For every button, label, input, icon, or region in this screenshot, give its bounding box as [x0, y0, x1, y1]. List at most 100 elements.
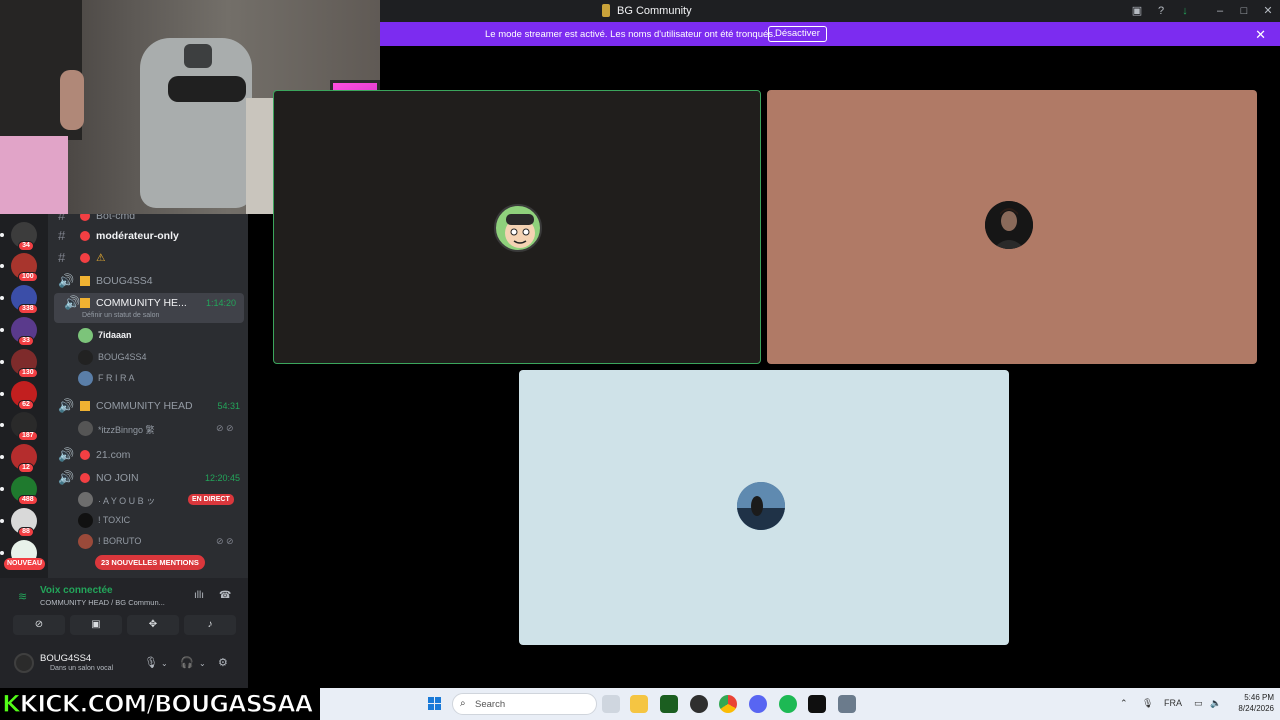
channel-name: BOUG4SS4	[96, 275, 153, 287]
app-icon[interactable]	[660, 695, 678, 713]
cartoon-avatar-icon	[505, 214, 535, 248]
channel-warning[interactable]: # ⚠	[48, 248, 248, 268]
voice-location[interactable]: COMMUNITY HEAD / BG Commun...	[40, 598, 165, 607]
minimize-icon[interactable]: –	[1214, 5, 1226, 17]
network-icon[interactable]: ▭	[1194, 698, 1203, 709]
voice-channel-boug4ss4[interactable]: 🔊 BOUG4SS4	[48, 271, 248, 291]
avatar	[78, 421, 93, 436]
camera-off-button[interactable]: ⊘	[13, 615, 65, 635]
voice-member[interactable]: BOUG4SS4	[78, 348, 248, 368]
channel-name: COMMUNITY HEAD	[96, 400, 193, 412]
activities-button[interactable]: ✥	[127, 615, 179, 635]
avatar	[78, 492, 93, 507]
warning-icon	[80, 401, 90, 411]
disable-streamer-mode-button[interactable]: Désactiver	[768, 26, 827, 42]
kick-app-icon[interactable]	[808, 695, 826, 713]
window-close-icon[interactable]: ✕	[1262, 5, 1274, 17]
disconnect-icon[interactable]: ☎	[219, 590, 231, 601]
channel-name: NO JOIN	[96, 472, 139, 484]
obs-icon[interactable]	[690, 695, 708, 713]
video-tile[interactable]	[767, 90, 1257, 364]
streamer-arm	[60, 70, 84, 130]
server-icon	[602, 4, 610, 17]
voice-channel-no-join[interactable]: 🔊 NO JOIN 12:20:45	[48, 468, 248, 488]
new-badge[interactable]: NOUVEAU	[4, 558, 46, 570]
download-icon[interactable]: ↓	[1179, 5, 1191, 17]
unread-pip	[0, 392, 4, 396]
mention-badge: 33	[18, 336, 34, 346]
avatar	[78, 371, 93, 386]
windows-start-icon[interactable]	[428, 697, 442, 711]
avatar	[78, 513, 93, 528]
close-icon[interactable]: ✕	[1255, 27, 1266, 43]
unread-pip	[0, 233, 4, 237]
share-screen-button[interactable]: ▣	[70, 615, 122, 635]
streamer-mode-banner: Le mode streamer est activé. Les noms d'…	[380, 22, 1280, 46]
gear-icon[interactable]: ⚙	[218, 656, 228, 669]
task-view-icon[interactable]	[602, 695, 620, 713]
member-name: ! TOXIC	[98, 515, 131, 525]
streamer-pants	[0, 136, 68, 214]
channel-status-hint[interactable]: Définir un statut de salon	[82, 312, 159, 319]
microphone-icon[interactable]: 🎙	[1142, 698, 1153, 709]
muted-icon: ⊘ ⊘	[216, 536, 234, 546]
channel-timer: 1:14:20	[205, 298, 236, 308]
channel-name: COMMUNITY HE...	[96, 297, 187, 309]
voice-channel-21-com[interactable]: 🔊 21.com	[48, 445, 248, 465]
taskbar-clock[interactable]: 5:46 PM 8/24/2026	[1226, 692, 1274, 714]
maximize-icon[interactable]: □	[1238, 5, 1250, 17]
voice-member[interactable]: ! BORUTO ⊘ ⊘	[78, 532, 248, 552]
member-name: 7idaaan	[98, 330, 132, 340]
clock-time: 5:46 PM	[1244, 693, 1274, 702]
live-badge: EN DIRECT	[188, 494, 234, 505]
noise-suppression-icon[interactable]: ıllı	[194, 590, 204, 601]
kick-url: KICK.COM/BOUGASSAA	[19, 689, 314, 718]
voice-channel-community-head[interactable]: 🔊 COMMUNITY HEAD 54:31	[48, 396, 248, 416]
inbox-icon[interactable]: ▣	[1131, 5, 1143, 17]
voice-channel-community-head-active[interactable]: 🔊 COMMUNITY HE... 1:14:20 Définir un sta…	[54, 293, 244, 323]
no-entry-icon	[80, 450, 90, 460]
chevron-up-icon[interactable]: ⌃	[1120, 698, 1128, 709]
soundboard-button[interactable]: ♪	[184, 615, 236, 635]
chrome-icon[interactable]	[719, 695, 737, 713]
help-icon[interactable]: ?	[1155, 5, 1167, 17]
taskbar-search[interactable]: ⌕ Search	[452, 693, 597, 715]
calculator-icon[interactable]	[838, 695, 856, 713]
channel-moderateur-only[interactable]: # modérateur-only	[48, 226, 248, 246]
voice-member[interactable]: *itzzBinngo 繁 ⊘ ⊘	[78, 419, 248, 439]
file-explorer-icon[interactable]	[630, 695, 648, 713]
spotify-icon[interactable]	[779, 695, 797, 713]
hash-icon: #	[58, 250, 66, 265]
unread-pip	[0, 328, 4, 332]
voice-member[interactable]: · A Y O U B ッ EN DIRECT	[78, 490, 248, 510]
muted-icon: ⊘ ⊘	[216, 423, 234, 433]
language-indicator[interactable]: FRA	[1164, 698, 1182, 708]
chevron-down-icon[interactable]: ⌄	[161, 659, 168, 668]
no-entry-icon	[80, 473, 90, 483]
mention-badge: 488	[18, 495, 38, 505]
signal-icon[interactable]: ≋	[18, 590, 27, 603]
new-mentions-pill[interactable]: 23 NOUVELLES MENTIONS	[95, 555, 205, 570]
channel-bot-cmd[interactable]: # Bot-cmd	[48, 214, 248, 226]
voice-member[interactable]: F R I R A	[78, 369, 248, 389]
chair-pillow	[168, 76, 246, 102]
video-tile[interactable]	[273, 90, 761, 364]
microphone-icon[interactable]: 🎙	[144, 656, 158, 669]
chevron-down-icon[interactable]: ⌄	[199, 659, 206, 668]
username[interactable]: BOUG4SS4	[40, 653, 91, 664]
search-placeholder: Search	[475, 699, 506, 710]
voice-status[interactable]: Voix connectée	[40, 585, 113, 596]
mention-badge: 130	[18, 368, 38, 378]
voice-member[interactable]: ! TOXIC	[78, 511, 248, 531]
avatar	[78, 350, 93, 365]
headphones-icon[interactable]: 🎧	[180, 656, 194, 669]
volume-icon[interactable]: 🔈	[1210, 698, 1221, 709]
member-name: ! BORUTO	[98, 536, 142, 546]
member-name: F R I R A	[98, 373, 135, 383]
video-tile[interactable]	[519, 370, 1009, 645]
speaker-icon: 🔊	[58, 398, 75, 413]
discord-icon[interactable]	[749, 695, 767, 713]
mention-badge: 100	[18, 272, 38, 282]
voice-member[interactable]: 7idaaan	[78, 326, 248, 346]
avatar[interactable]	[14, 653, 34, 673]
